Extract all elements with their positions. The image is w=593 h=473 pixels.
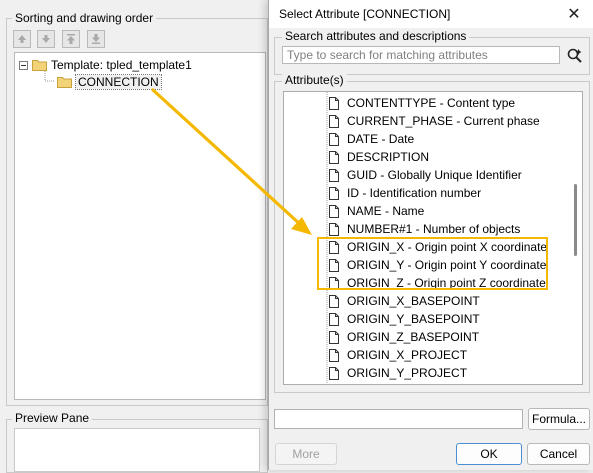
attribute-label: GUID - Globally Unique Identifier (347, 168, 522, 182)
document-icon (329, 114, 339, 128)
search-button[interactable] (564, 45, 586, 67)
tree-root-label: Template: tpled_template1 (51, 58, 192, 72)
attribute-label: NUMBER#1 - Number of objects (347, 222, 521, 236)
attribute-label: NAME - Name (347, 204, 425, 218)
tree-child-node[interactable]: CONNECTION (57, 74, 162, 90)
attribute-label: ORIGIN_Y_BASEPOINT (347, 312, 480, 326)
folder-icon (32, 59, 47, 71)
search-icon[interactable] (566, 47, 584, 65)
highlight-box (317, 237, 548, 290)
attribute-item[interactable]: NAME - Name (329, 202, 424, 220)
preview-pane-label: Preview Pane (12, 411, 93, 425)
sorting-panel: Sorting and drawing order Template: tple… (0, 0, 268, 473)
document-icon (329, 366, 339, 380)
preview-pane (14, 428, 260, 472)
attribute-item[interactable]: ORIGIN_X_BASEPOINT (329, 292, 480, 310)
attribute-item[interactable]: CONTENTTYPE - Content type (329, 94, 515, 112)
search-section-label: Search attributes and descriptions (282, 29, 470, 43)
scrollbar-thumb[interactable] (574, 184, 577, 256)
document-icon (329, 348, 339, 362)
document-icon (329, 186, 339, 200)
move-down-icon[interactable] (37, 30, 55, 48)
select-attribute-dialog: Select Attribute [CONNECTION] ✕ Search a… (268, 0, 593, 470)
document-icon (329, 132, 339, 146)
attribute-item[interactable]: ORIGIN_Z_BASEPOINT (329, 328, 479, 346)
dialog-title: Select Attribute [CONNECTION] (279, 7, 451, 21)
attribute-label: DESCRIPTION (347, 150, 430, 164)
attribute-label: CONTENTTYPE - Content type (347, 96, 516, 110)
attribute-label: ORIGIN_X_PROJECT (347, 348, 468, 362)
document-icon (329, 294, 339, 308)
close-icon[interactable]: ✕ (567, 4, 580, 24)
move-up-icon[interactable] (13, 30, 31, 48)
attribute-item[interactable]: NUMBER#1 - Number of objects (329, 220, 520, 238)
move-top-icon[interactable] (62, 30, 80, 48)
attribute-label: CURRENT_PHASE - Current phase (347, 114, 540, 128)
search-input[interactable] (282, 46, 560, 64)
attribute-item[interactable]: ORIGIN_Y_BASEPOINT (329, 310, 480, 328)
collapse-icon[interactable] (19, 60, 28, 70)
move-bottom-icon[interactable] (87, 30, 105, 48)
document-icon (329, 150, 339, 164)
formula-input[interactable] (274, 409, 523, 429)
attribute-label: ORIGIN_Y_PROJECT (347, 366, 468, 380)
attribute-item[interactable]: ORIGIN_Y_PROJECT (329, 364, 467, 382)
cancel-button[interactable]: Cancel (527, 443, 590, 465)
attribute-label: ID - Identification number (347, 186, 482, 200)
document-icon (329, 330, 339, 344)
attribute-label: ORIGIN_Z_BASEPOINT (347, 330, 480, 344)
folder-icon (57, 76, 72, 88)
document-icon (329, 222, 339, 236)
template-tree: Template: tpled_template1 CONNECTION (14, 52, 266, 400)
ok-button[interactable]: OK (456, 443, 522, 465)
document-icon (329, 204, 339, 218)
attribute-item[interactable]: DATE - Date (329, 130, 414, 148)
attribute-item[interactable]: ORIGIN_X_PROJECT (329, 346, 467, 364)
sorting-label: Sorting and drawing order (12, 11, 157, 25)
document-icon (329, 168, 339, 182)
attribute-item[interactable]: CURRENT_PHASE - Current phase (329, 112, 540, 130)
attribute-label: DATE - Date (347, 132, 415, 146)
formula-button[interactable]: Formula... (528, 408, 590, 430)
attribute-label: ORIGIN_X_BASEPOINT (347, 294, 480, 308)
tree-root-node[interactable]: Template: tpled_template1 (19, 57, 192, 73)
attributes-section-label: Attribute(s) (282, 73, 347, 87)
attribute-item[interactable]: DESCRIPTION (329, 148, 429, 166)
close-button[interactable]: ✕ (561, 3, 587, 25)
attribute-item[interactable]: ID - Identification number (329, 184, 481, 202)
tree-child-label: CONNECTION (75, 74, 162, 90)
document-icon (329, 312, 339, 326)
dialog-titlebar: Select Attribute [CONNECTION] ✕ (269, 0, 593, 28)
document-icon (329, 96, 339, 110)
attribute-item[interactable]: GUID - Globally Unique Identifier (329, 166, 522, 184)
more-button[interactable]: More (275, 443, 337, 465)
